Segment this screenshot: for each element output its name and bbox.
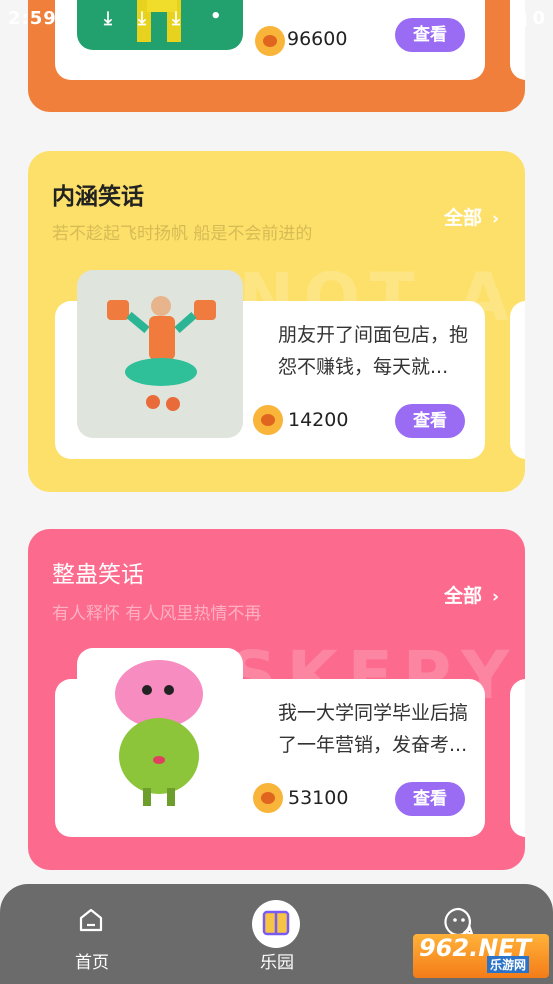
- signal-icon: ◢ 0: [512, 8, 545, 29]
- notification-dot-icon: •: [210, 6, 222, 27]
- joke-preview-text: 朋友开了间面包店，抱怨不赚钱，每天就...: [278, 324, 469, 378]
- section-subtitle: 若不趁起飞时扬帆 船是不会前进的: [52, 224, 313, 244]
- watermark-logo-subtext: 乐游网: [487, 956, 530, 973]
- section-neihan-jokes: 内涵笑话 若不趁起飞时扬帆 船是不会前进的 全部 › INNOT A 朋友开了间面…: [28, 151, 525, 492]
- view-button[interactable]: 查看: [395, 404, 465, 438]
- site-watermark-logo: 962.NET 乐游网: [413, 934, 549, 978]
- view-button[interactable]: 查看: [395, 782, 465, 816]
- character-illustration-icon: [115, 660, 203, 806]
- book-icon: [252, 900, 300, 948]
- tab-park[interactable]: 乐园: [227, 884, 327, 984]
- section-prank-jokes: 整蛊笑话 有人释怀 有人风里热情不再 全部 › SKEPY 我一大学同学毕业后搞了…: [28, 529, 525, 870]
- status-bar: 2:59 9 ⤓ ⤓ ⤓ • ◢ 0: [0, 0, 553, 36]
- section-title: 内涵笑话: [52, 184, 144, 210]
- coin-count: 53100: [288, 787, 349, 809]
- section-subtitle: 有人释怀 有人风里热情不再: [52, 604, 262, 624]
- coin-icon: [253, 405, 283, 435]
- chevron-right-icon: ›: [491, 587, 499, 607]
- next-card-peek[interactable]: [510, 301, 525, 459]
- coin-count: 14200: [288, 409, 349, 431]
- view-all-link[interactable]: 全部 ›: [444, 581, 499, 608]
- character-illustration-icon: [107, 296, 216, 411]
- tab-home[interactable]: 首页: [42, 884, 142, 984]
- chevron-right-icon: ›: [491, 209, 499, 229]
- section-title: 整蛊笑话: [52, 562, 144, 588]
- tab-label: 乐园: [260, 953, 294, 973]
- view-all-link[interactable]: 全部 ›: [444, 203, 499, 230]
- status-extra: 9: [62, 8, 75, 29]
- coin-icon: [253, 783, 283, 813]
- tab-label: 首页: [75, 953, 109, 973]
- home-icon: [79, 908, 103, 932]
- download-icon: ⤓: [138, 8, 146, 29]
- status-time: 2:59: [8, 8, 57, 29]
- card-thumbnail: [77, 270, 243, 438]
- card-thumbnail: [77, 648, 243, 816]
- download-icon: ⤓: [172, 8, 180, 29]
- download-icon: ⤓: [104, 8, 112, 29]
- joke-preview-text: 我一大学同学毕业后搞了一年营销，发奋考...: [278, 702, 469, 756]
- next-card-peek[interactable]: [510, 679, 525, 837]
